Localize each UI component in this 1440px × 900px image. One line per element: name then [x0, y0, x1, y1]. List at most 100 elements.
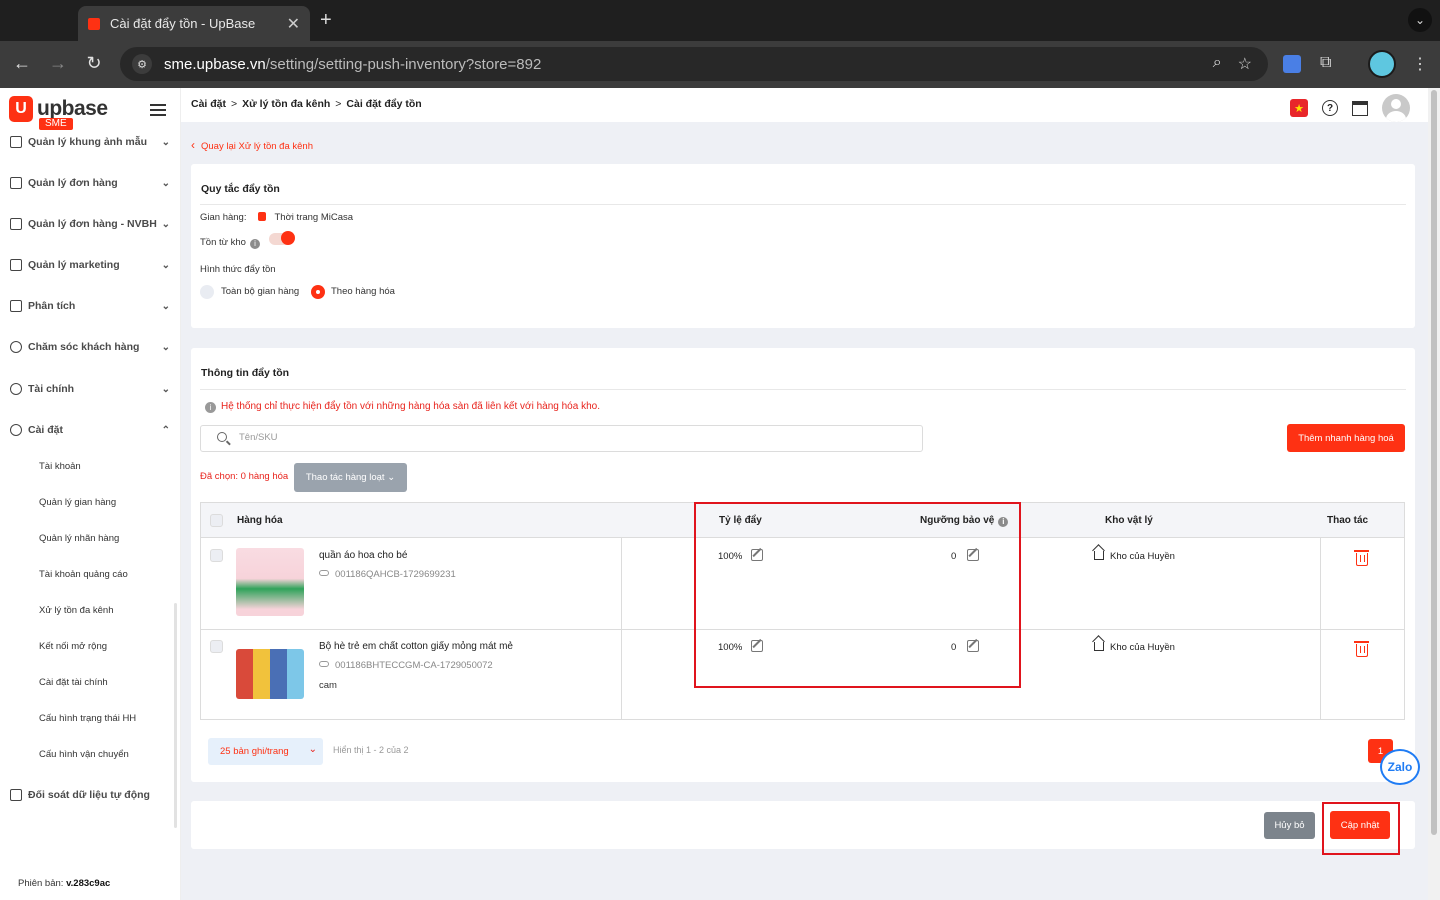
chevron-down-icon: ⌄ — [161, 218, 170, 230]
sidebar-subitem-ad-accounts[interactable]: Tài khoản quảng cáo — [39, 569, 128, 580]
tag-icon — [10, 259, 22, 271]
upbase-favicon-icon — [88, 17, 100, 30]
sidebar-item-frame-templates[interactable]: Quản lý khung ảnh mẫu ⌄ — [10, 132, 170, 152]
site-settings-icon[interactable]: ⚙ — [132, 54, 152, 74]
link-icon — [319, 661, 329, 667]
sidebar-item-analytics[interactable]: Phân tích ⌄ — [10, 296, 170, 316]
menu-toggle-icon[interactable] — [150, 104, 166, 116]
close-tab-icon[interactable]: ✕ — [287, 14, 300, 34]
toggle-knob — [281, 231, 295, 245]
shop-name: Thời trang MiCasa — [274, 212, 354, 223]
radio-all-shop[interactable] — [200, 285, 214, 299]
back-link[interactable]: ‹ Quay lại Xử lý tồn đa kênh — [191, 138, 313, 152]
breadcrumb-settings[interactable]: Cài đặt — [191, 98, 226, 110]
sidebar-item-customer-care[interactable]: Chăm sóc khách hàng ⌄ — [10, 337, 170, 357]
update-button-highlight-box — [1322, 802, 1400, 855]
bulk-action-button[interactable]: Thao tác hàng loạt ⌄ — [294, 463, 407, 492]
chart-icon — [10, 300, 22, 312]
browser-profile-avatar[interactable] — [1368, 50, 1396, 78]
sidebar-item-orders[interactable]: Quản lý đơn hàng ⌄ — [10, 173, 170, 193]
back-link-label: Quay lại Xử lý tồn đa kênh — [201, 141, 313, 152]
quick-add-button[interactable]: Thêm nhanh hàng hoá — [1287, 424, 1405, 452]
delete-icon[interactable] — [1354, 550, 1369, 566]
row-checkbox[interactable] — [210, 640, 223, 653]
sidebar-subitem-product-status[interactable]: Cấu hình trạng thái HH — [39, 713, 136, 724]
cancel-button[interactable]: Hủy bỏ — [1264, 812, 1315, 839]
sidebar-subitem-shipping[interactable]: Cấu hình vận chuyển — [39, 749, 129, 760]
sidebar-item-finance[interactable]: Tài chính ⌄ — [10, 379, 170, 399]
translate-extension-icon[interactable] — [1283, 55, 1301, 73]
address-bar[interactable]: ⚙ sme.upbase.vn/setting/setting-push-inv… — [120, 47, 1268, 81]
chevron-down-icon: ⌄ — [161, 341, 170, 353]
push-info-title: Thông tin đẩy tồn — [201, 367, 290, 379]
from-stock-label: Tồn từ kho — [200, 237, 246, 248]
user-avatar[interactable] — [1382, 94, 1410, 122]
per-page-value: 25 bản ghi/trang — [220, 746, 289, 757]
warehouse-text: Kho của Huyền — [1110, 642, 1175, 653]
help-icon[interactable]: ? — [1322, 100, 1338, 116]
sidebar-subitem-finance-settings[interactable]: Cài đặt tài chính — [39, 677, 108, 688]
upbase-logo[interactable]: U upbase SME — [9, 96, 108, 130]
sidebar-item-label: Quản lý marketing — [28, 259, 120, 271]
delete-icon[interactable] — [1354, 641, 1369, 657]
sidebar-item-label: Cài đặt — [28, 424, 64, 436]
tab-search-icon[interactable]: ⌄ — [1408, 8, 1432, 32]
sidebar-subitem-brands[interactable]: Quản lý nhãn hàng — [39, 533, 119, 544]
new-tab-icon[interactable]: + — [320, 9, 332, 32]
per-page-select[interactable]: 25 bản ghi/trang ⌄ — [208, 738, 323, 765]
sidebar-item-auto-reconcile[interactable]: Đối soát dữ liệu tự động — [10, 785, 170, 805]
sidebar-item-label: Quản lý đơn hàng - NVBH — [28, 218, 157, 230]
chevron-down-icon: ⌄ — [161, 300, 170, 312]
zalo-chat-button[interactable]: Zalo — [1380, 749, 1420, 785]
header-product: Hàng hóa — [237, 515, 283, 526]
shop-label: Gian hàng: — [200, 212, 247, 223]
chevron-up-icon: ⌃ — [161, 424, 170, 436]
from-stock-toggle[interactable] — [269, 231, 295, 245]
sidebar-item-label: Phân tích — [28, 300, 76, 312]
browser-tab[interactable]: Cài đặt đẩy tồn - UpBase ✕ — [78, 6, 310, 41]
sidebar-subitem-account[interactable]: Tài khoản — [39, 461, 81, 472]
from-stock-field: Tồn từ kho i — [200, 237, 260, 249]
shop-platform-icon — [258, 212, 267, 221]
page-scrollbar-thumb[interactable] — [1431, 90, 1437, 835]
chevron-down-icon: ⌄ — [161, 259, 170, 271]
info-icon[interactable]: i — [249, 239, 260, 249]
breadcrumb-separator: > — [231, 98, 238, 110]
warehouse-text: Kho của Huyền — [1110, 551, 1175, 562]
radio-by-product[interactable] — [311, 285, 325, 299]
reload-icon[interactable]: ↻ — [82, 53, 106, 74]
sidebar-item-label: Quản lý đơn hàng — [28, 177, 118, 189]
sidebar-subitem-multichannel-stock[interactable]: Xử lý tồn đa kênh — [39, 605, 114, 616]
sidebar-item-label: Đối soát dữ liệu tự động — [28, 789, 150, 801]
sidebar-subitem-extensions[interactable]: Kết nối mở rộng — [39, 641, 107, 652]
sidebar-item-settings[interactable]: Cài đặt ⌃ — [10, 420, 170, 440]
push-rules-title: Quy tắc đẩy tồn — [201, 183, 280, 195]
breadcrumb-multichannel[interactable]: Xử lý tồn đa kênh — [242, 98, 330, 110]
radio-by-product-label[interactable]: Theo hàng hóa — [331, 286, 395, 297]
select-all-checkbox[interactable] — [210, 514, 223, 527]
sidebar-scrollbar[interactable] — [174, 603, 177, 828]
sidebar-subitem-shops[interactable]: Quản lý gian hàng — [39, 497, 116, 508]
header-warehouse: Kho vật lý — [1105, 515, 1153, 526]
divider — [200, 204, 1406, 205]
extensions-icon[interactable]: ⧉ — [1320, 54, 1331, 72]
app-header: Cài đặt > Xử lý tồn đa kênh > Cài đặt đẩy tồ… — [181, 88, 1428, 122]
product-image — [236, 548, 304, 616]
browser-menu-icon[interactable]: ⋮ — [1412, 54, 1428, 74]
row-checkbox[interactable] — [210, 549, 223, 562]
brand-tag: SME — [39, 118, 73, 130]
sidebar-item-marketing[interactable]: Quản lý marketing ⌄ — [10, 255, 170, 275]
order-icon — [10, 218, 22, 230]
store-icon[interactable] — [1352, 100, 1368, 116]
version-value: v.283c9ac — [66, 878, 111, 889]
radio-all-shop-label[interactable]: Toàn bộ gian hàng — [221, 286, 299, 297]
vietnam-flag-icon[interactable]: ★ — [1290, 99, 1308, 117]
back-arrow-icon[interactable]: ← — [10, 53, 34, 74]
warning-message: i Hệ thống chỉ thực hiện đẩy tồn với nhữn… — [205, 401, 600, 413]
page-scrollbar[interactable] — [1428, 88, 1440, 900]
bookmark-star-icon[interactable]: ☆ — [1238, 54, 1252, 74]
forward-arrow-icon[interactable]: → — [46, 53, 70, 74]
search-input[interactable] — [239, 432, 839, 443]
sidebar-item-orders-staff[interactable]: Quản lý đơn hàng - NVBH ⌄ — [10, 214, 170, 234]
zoom-icon[interactable]: ⌕ — [1213, 54, 1222, 74]
